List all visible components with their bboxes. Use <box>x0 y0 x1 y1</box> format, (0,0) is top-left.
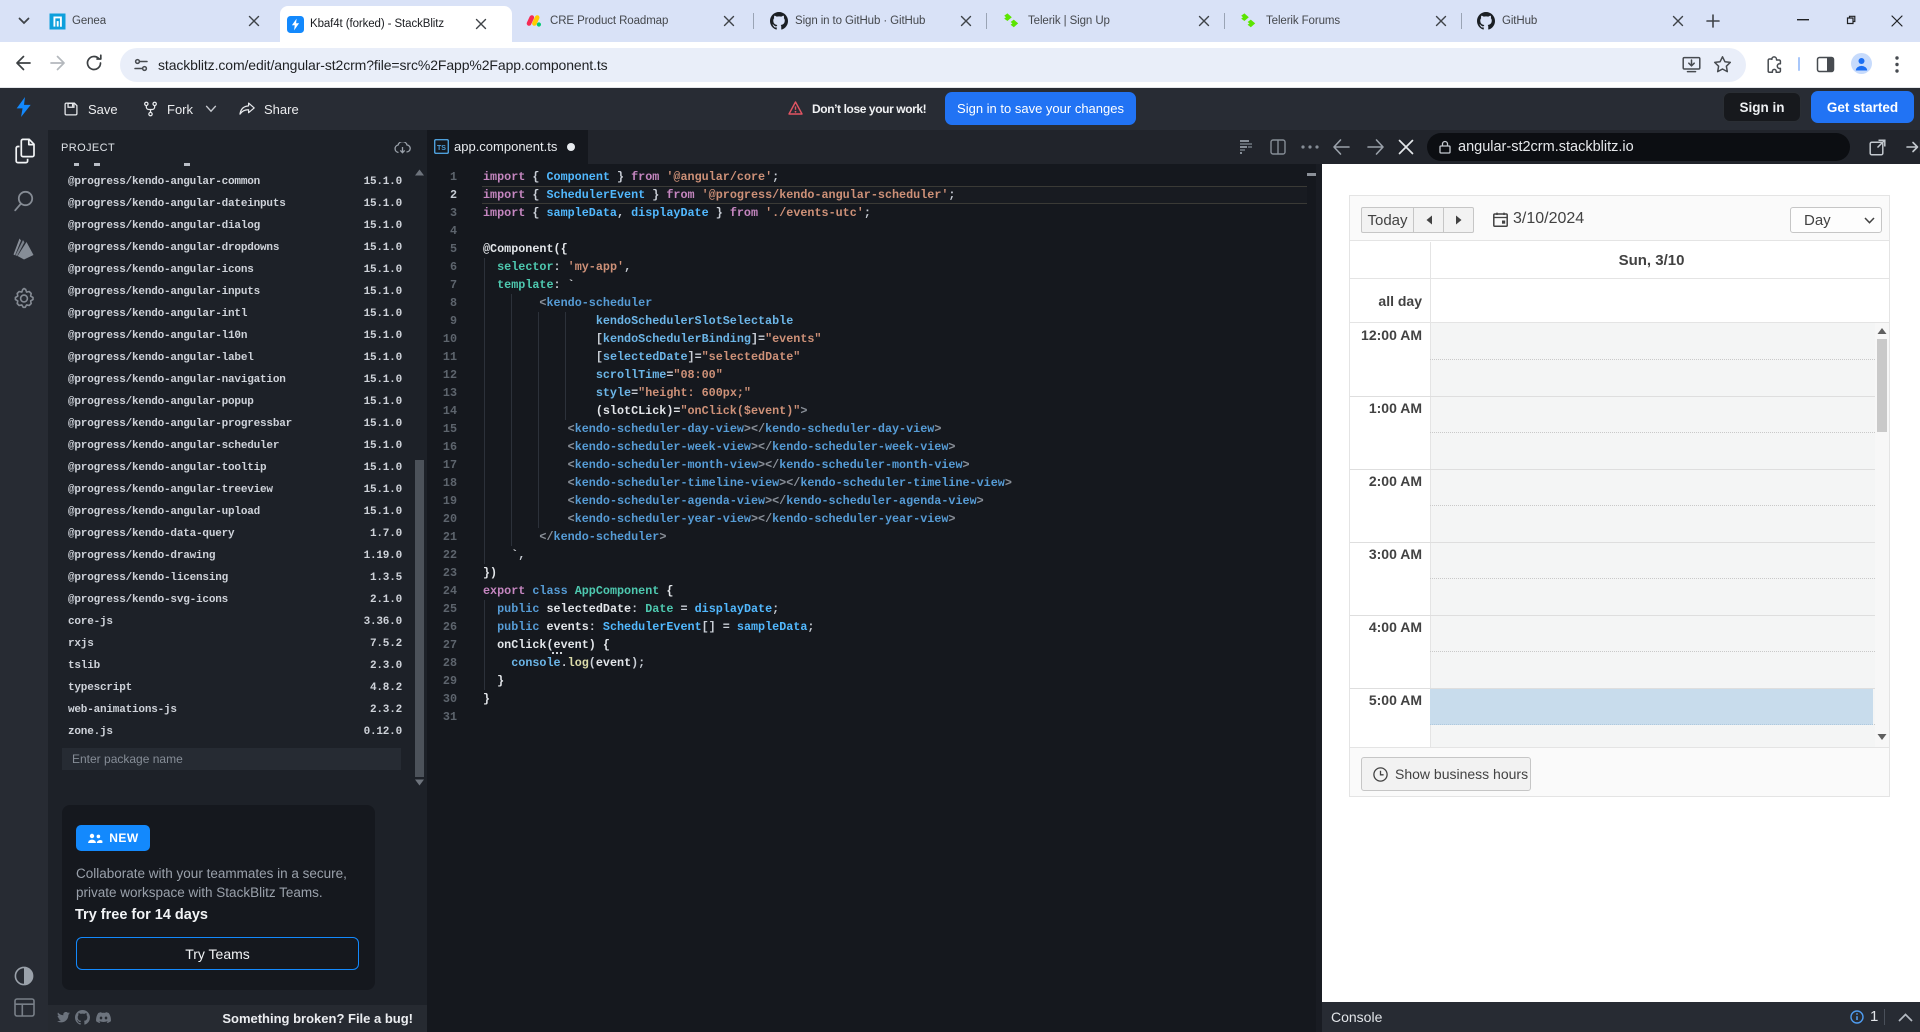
svg-text:TS: TS <box>437 145 446 152</box>
